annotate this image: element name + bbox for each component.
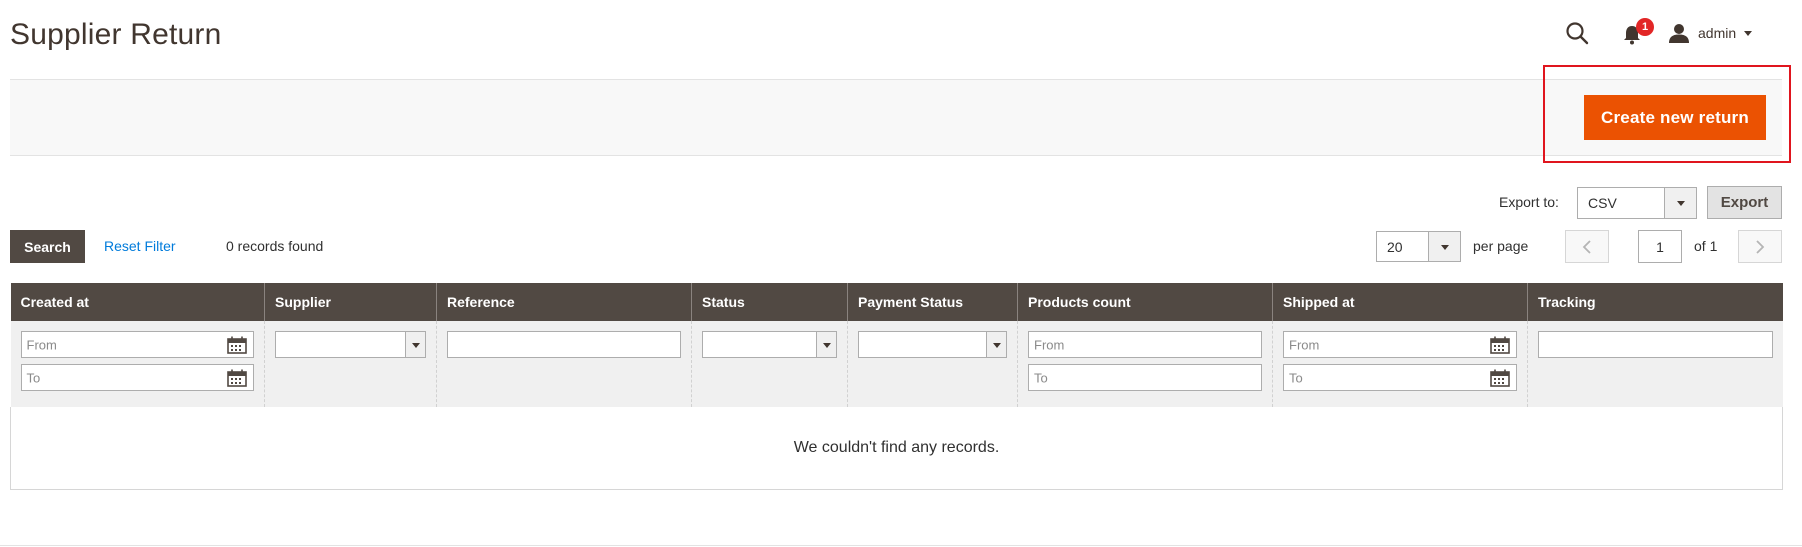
column-header-payment-status[interactable]: Payment Status bbox=[847, 283, 1018, 321]
page-actions-bar bbox=[10, 79, 1782, 156]
column-header-shipped-at[interactable]: Shipped at bbox=[1272, 283, 1528, 321]
placeholder: To bbox=[1034, 370, 1048, 385]
per-page-label: per page bbox=[1473, 238, 1529, 254]
user-icon bbox=[1669, 24, 1689, 43]
empty-row: We couldn't find any records. bbox=[10, 407, 1783, 490]
chevron-down-icon bbox=[1744, 30, 1753, 36]
products-count-from-input[interactable]: From bbox=[1028, 331, 1262, 358]
chevron-down-icon bbox=[986, 332, 1006, 357]
placeholder: From bbox=[1034, 337, 1065, 352]
page-number-input[interactable] bbox=[1638, 230, 1682, 263]
admin-username: admin bbox=[1698, 25, 1737, 41]
export-format-select[interactable]: CSV bbox=[1577, 187, 1697, 219]
calendar-icon[interactable] bbox=[1490, 336, 1510, 354]
created-at-to-input[interactable]: To bbox=[20, 364, 254, 391]
divider bbox=[0, 545, 1802, 546]
placeholder: To bbox=[1289, 370, 1303, 385]
calendar-icon[interactable] bbox=[227, 369, 247, 387]
chevron-left-icon bbox=[1582, 240, 1591, 254]
status-filter-select[interactable] bbox=[702, 331, 837, 358]
filter-created-at: From To bbox=[10, 321, 265, 407]
export-format-value: CSV bbox=[1588, 195, 1617, 211]
per-page-value: 20 bbox=[1387, 238, 1403, 255]
next-page-button[interactable] bbox=[1738, 230, 1782, 263]
notification-badge: 1 bbox=[1636, 18, 1654, 36]
placeholder: From bbox=[26, 337, 57, 352]
filter-tracking bbox=[1527, 321, 1783, 407]
chevron-down-icon bbox=[816, 332, 836, 357]
export-label: Export to: bbox=[1499, 194, 1559, 210]
records-count: 0 records found bbox=[226, 238, 324, 254]
filter-reference bbox=[436, 321, 692, 407]
column-header-status[interactable]: Status bbox=[691, 283, 848, 321]
supplier-filter-select[interactable] bbox=[275, 331, 426, 358]
column-header-created-at[interactable]: Created at bbox=[10, 283, 265, 321]
notifications-button[interactable]: 1 bbox=[1622, 18, 1654, 46]
reference-filter-input[interactable] bbox=[447, 331, 681, 358]
filter-status bbox=[691, 321, 848, 407]
filter-products-count: From To bbox=[1017, 321, 1273, 407]
reset-filter-link[interactable]: Reset Filter bbox=[104, 238, 176, 254]
placeholder: From bbox=[1289, 337, 1320, 352]
calendar-icon[interactable] bbox=[227, 336, 247, 354]
payment-status-filter-select[interactable] bbox=[858, 331, 1007, 358]
previous-page-button[interactable] bbox=[1565, 230, 1609, 263]
created-at-from-input[interactable]: From bbox=[20, 331, 254, 358]
shipped-at-to-input[interactable]: To bbox=[1283, 364, 1517, 391]
chevron-down-icon bbox=[1428, 232, 1460, 261]
calendar-icon[interactable] bbox=[1490, 369, 1510, 387]
filter-supplier bbox=[264, 321, 437, 407]
page-title: Supplier Return bbox=[10, 18, 222, 51]
filter-row: From To From To From To bbox=[10, 321, 1783, 407]
chevron-down-icon bbox=[1664, 188, 1696, 218]
shipped-at-from-input[interactable]: From bbox=[1283, 331, 1517, 358]
tracking-filter-input[interactable] bbox=[1538, 331, 1773, 358]
header-actions: 1 admin bbox=[1542, 18, 1802, 46]
column-header-products-count[interactable]: Products count bbox=[1017, 283, 1273, 321]
chevron-down-icon bbox=[405, 332, 425, 357]
placeholder: To bbox=[26, 370, 41, 385]
total-pages: of 1 bbox=[1694, 238, 1718, 254]
column-header-tracking[interactable]: Tracking bbox=[1527, 283, 1783, 321]
admin-user-menu[interactable]: admin bbox=[1668, 20, 1753, 46]
search-button[interactable]: Search bbox=[10, 230, 85, 263]
column-header-reference[interactable]: Reference bbox=[436, 283, 692, 321]
create-new-return-button[interactable]: Create new return bbox=[1584, 95, 1766, 140]
export-button[interactable]: Export bbox=[1707, 186, 1782, 219]
chevron-right-icon bbox=[1756, 240, 1765, 254]
filter-shipped-at: From To bbox=[1272, 321, 1528, 407]
column-header-supplier[interactable]: Supplier bbox=[264, 283, 437, 321]
returns-grid: Created at Supplier Reference Status Pay… bbox=[10, 283, 1783, 490]
per-page-select[interactable]: 20 bbox=[1376, 231, 1461, 262]
empty-message: We couldn't find any records. bbox=[10, 407, 1783, 490]
products-count-to-input[interactable]: To bbox=[1028, 364, 1262, 391]
search-icon[interactable] bbox=[1564, 20, 1590, 46]
filter-payment-status bbox=[847, 321, 1018, 407]
